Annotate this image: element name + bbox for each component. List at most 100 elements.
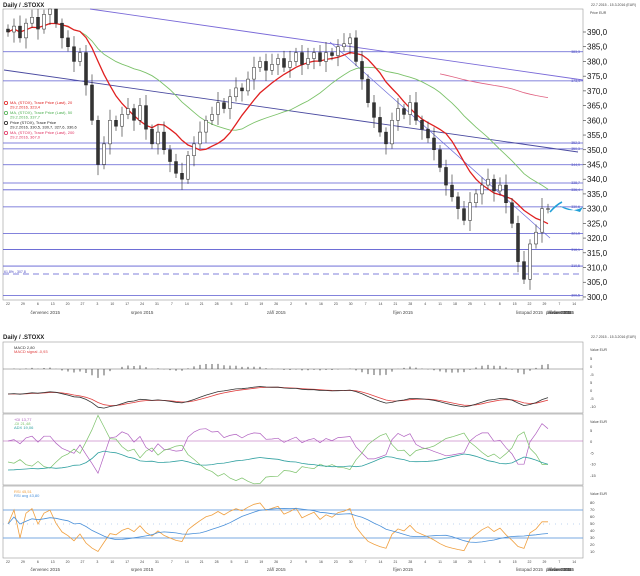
level-label: 350,3 xyxy=(571,147,580,151)
level-label: 338,7 xyxy=(571,181,580,185)
price-tick-label: 390,0 xyxy=(587,28,608,37)
candle-body xyxy=(72,46,76,62)
candle-body xyxy=(120,114,124,127)
candle[interactable] xyxy=(366,74,370,108)
dmi-legend-entry: ADX 19,06 xyxy=(14,425,34,430)
day-tick-label: 2 xyxy=(290,302,292,306)
legend-marker-icon xyxy=(4,101,9,106)
level-label: 321,6 xyxy=(571,232,580,236)
candle-body xyxy=(354,37,358,62)
rsi-axis-label: 50 xyxy=(590,521,595,526)
price-tick-label: 365,0 xyxy=(587,102,608,111)
rsi-axis-unit: Value EUR xyxy=(590,492,608,496)
day-tick-label: 12 xyxy=(244,302,248,306)
candle-body xyxy=(126,108,130,115)
level-label: 310,5 xyxy=(571,264,580,268)
day-tick-label: 1 xyxy=(484,302,486,306)
macd-axis-label: 0 xyxy=(590,388,593,393)
candle-body xyxy=(66,37,70,47)
legend-value: 29.2.2016, 323,4 xyxy=(10,105,41,110)
candle-body xyxy=(396,108,400,121)
candle-body xyxy=(60,22,64,39)
candle-body xyxy=(426,128,430,139)
candle-body xyxy=(270,64,274,71)
candle-body xyxy=(30,17,34,24)
day-tick-label: 17 xyxy=(125,302,129,306)
candle-body xyxy=(96,120,100,165)
macd-axis-label: 5 xyxy=(590,356,593,361)
day-tick-label: 7 xyxy=(365,302,367,306)
day-tick-label: 1 xyxy=(484,560,486,564)
rsi-panel xyxy=(2,485,584,559)
candle-body xyxy=(102,143,106,165)
day-tick-label: 14 xyxy=(185,302,189,306)
candle-body xyxy=(450,184,454,198)
day-tick-label: 7 xyxy=(558,302,560,306)
month-label: říjen 2015 xyxy=(393,310,414,315)
candle-body xyxy=(36,17,40,30)
day-tick-label: 24 xyxy=(140,302,144,306)
candle-body xyxy=(360,61,364,80)
day-tick-label: 30 xyxy=(349,560,353,564)
candle-body xyxy=(240,87,244,92)
candle-body xyxy=(408,102,412,115)
candle-body xyxy=(534,231,538,245)
month-label: září 2015 xyxy=(267,567,286,572)
candle-body xyxy=(84,52,88,86)
day-tick-label: 14 xyxy=(572,560,576,564)
day-tick-label: 18 xyxy=(453,302,457,306)
level-label: 352,3 xyxy=(571,141,580,145)
day-tick-label: 27 xyxy=(81,560,85,564)
candle-body xyxy=(516,223,520,262)
candle-body xyxy=(282,58,286,68)
month-label: březen 2016 xyxy=(547,567,573,572)
price-tick-label: 360,0 xyxy=(587,116,608,125)
month-label: červenec 2015 xyxy=(30,310,60,315)
month-label: listopad 2015 xyxy=(516,310,543,315)
day-tick-label: 19 xyxy=(259,302,263,306)
candle-body xyxy=(468,202,472,221)
candle-body xyxy=(180,173,184,180)
day-tick-label: 21 xyxy=(200,302,204,306)
candle[interactable] xyxy=(186,150,190,184)
candle[interactable] xyxy=(510,198,514,229)
day-tick-label: 9 xyxy=(305,302,307,306)
candle-body xyxy=(24,22,28,39)
day-tick-label: 10 xyxy=(110,302,114,306)
price-tick-label: 330,0 xyxy=(587,205,608,214)
candle-body xyxy=(198,131,202,145)
candle-body xyxy=(444,167,448,186)
day-tick-label: 2 xyxy=(290,560,292,564)
candle-body xyxy=(108,120,112,145)
day-tick-label: 30 xyxy=(349,302,353,306)
day-tick-label: 8 xyxy=(499,302,501,306)
price-axis: 390,0 385,0 380,0 375,0 370,0 365,0 360,0 355,0… xyxy=(583,28,608,302)
candle-body xyxy=(330,52,334,56)
candle-body xyxy=(510,202,514,224)
macd-axis-label: 5 xyxy=(590,380,593,385)
candle-body xyxy=(546,208,550,210)
macd-legend-entry: MACD signal -0,93 xyxy=(14,349,48,354)
day-tick-label: 3 xyxy=(96,302,98,306)
day-tick-label: 25 xyxy=(468,302,472,306)
day-tick-label: 15 xyxy=(513,302,517,306)
day-tick-label: 8 xyxy=(499,560,501,564)
candle-body xyxy=(414,102,418,121)
price-tick-label: 340,0 xyxy=(587,175,608,184)
day-tick-label: 23 xyxy=(334,302,338,306)
rsi-axis-label: 10 xyxy=(590,549,595,554)
day-tick-label: 29 xyxy=(542,560,546,564)
candle-body xyxy=(420,120,424,130)
day-tick-label: 7 xyxy=(558,560,560,564)
price-tick-label: 310,0 xyxy=(587,264,608,273)
price-tick-label: 370,0 xyxy=(587,87,608,96)
candle-body xyxy=(54,8,58,24)
candle-body xyxy=(252,67,256,80)
candle-body xyxy=(216,102,220,115)
candle-body xyxy=(378,117,382,133)
candle-body xyxy=(192,143,196,156)
day-tick-label: 22 xyxy=(528,560,532,564)
candle-body xyxy=(456,196,460,209)
month-label: listopad 2015 xyxy=(516,567,543,572)
candle-body xyxy=(18,25,22,39)
